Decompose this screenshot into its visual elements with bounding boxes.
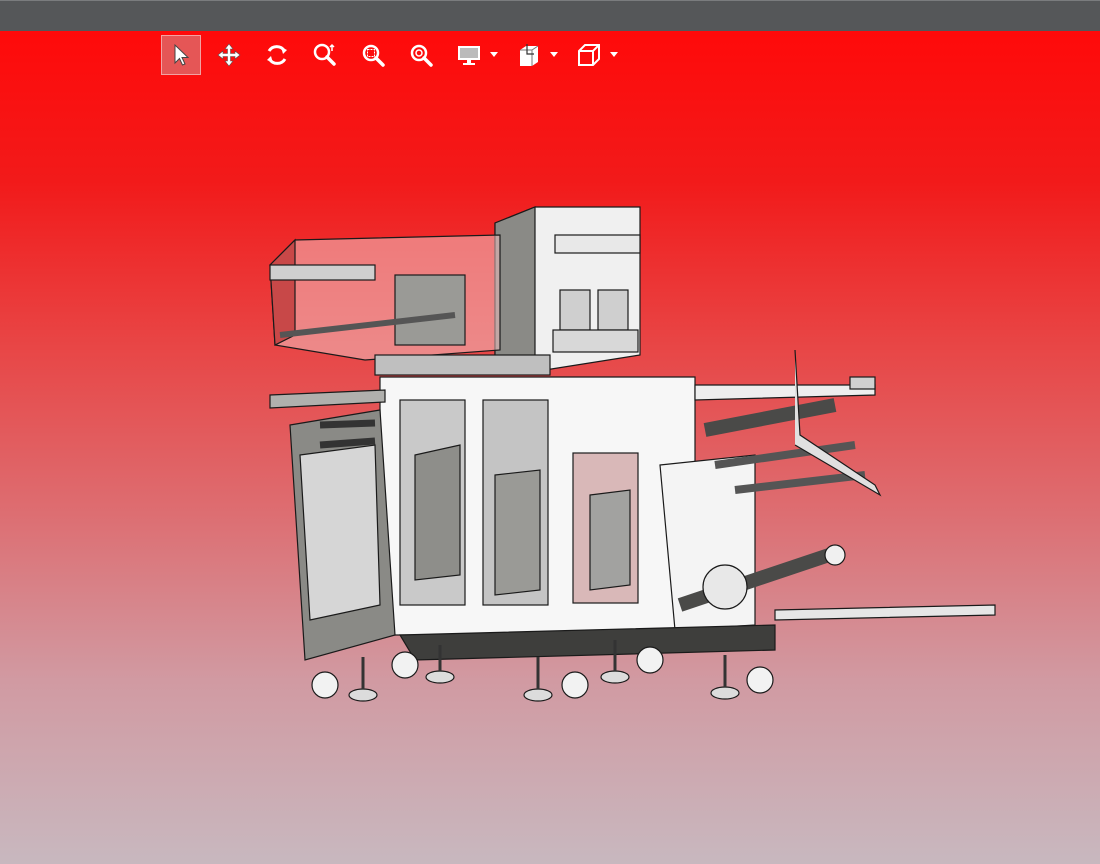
machine-3d-model[interactable] bbox=[255, 195, 1005, 715]
rotate-icon bbox=[267, 45, 287, 65]
display-dropdown[interactable] bbox=[449, 35, 499, 75]
window-titlebar bbox=[0, 0, 1100, 31]
chevron-down-icon bbox=[550, 52, 558, 57]
section-box-icon bbox=[520, 44, 539, 66]
display-button[interactable] bbox=[449, 35, 489, 75]
select-tool-button[interactable] bbox=[161, 35, 201, 75]
chevron-down-icon bbox=[490, 52, 498, 57]
view-toolbar bbox=[161, 35, 629, 75]
view-cube-caret[interactable] bbox=[609, 35, 619, 75]
rotate-tool-button[interactable] bbox=[257, 35, 297, 75]
zoom-icon bbox=[313, 43, 336, 66]
view-cube-button[interactable] bbox=[569, 35, 609, 75]
zoom-fit-icon bbox=[410, 44, 433, 67]
zoom-window-icon bbox=[362, 44, 385, 67]
section-caret[interactable] bbox=[549, 35, 559, 75]
pan-move-icon bbox=[217, 43, 241, 67]
select-arrow-icon bbox=[174, 43, 190, 66]
pan-tool-button[interactable] bbox=[209, 35, 249, 75]
zoom-fit-tool-button[interactable] bbox=[401, 35, 441, 75]
zoom-window-tool-button[interactable] bbox=[353, 35, 393, 75]
section-button[interactable] bbox=[509, 35, 549, 75]
display-monitor-icon bbox=[458, 46, 480, 65]
display-caret[interactable] bbox=[489, 35, 499, 75]
section-dropdown[interactable] bbox=[509, 35, 559, 75]
chevron-down-icon bbox=[610, 52, 618, 57]
zoom-tool-button[interactable] bbox=[305, 35, 345, 75]
view-cube-dropdown[interactable] bbox=[569, 35, 619, 75]
view-cube-icon bbox=[578, 44, 600, 66]
